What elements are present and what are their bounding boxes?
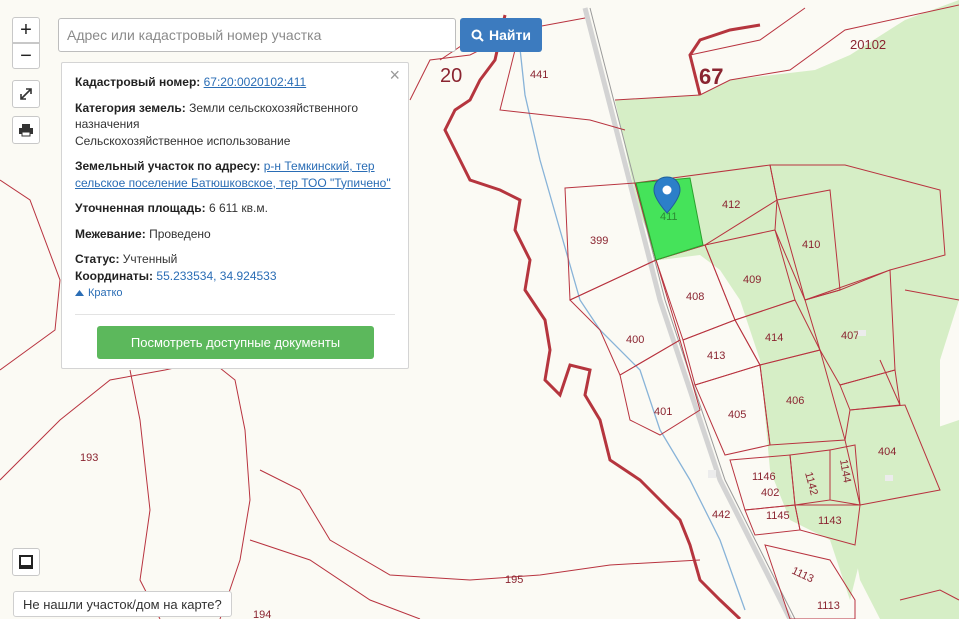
search-button[interactable]: Найти [460,18,542,52]
print-button[interactable] [12,116,40,144]
parcel-label: 400 [626,334,644,346]
divider [75,314,395,315]
parcel-label: 194 [253,609,271,619]
search-input[interactable] [58,18,456,52]
parcel-label: 401 [654,406,672,418]
parcel-label: 399 [590,235,608,247]
parcel-label: 405 [728,409,746,421]
area-label: Уточненная площадь: [75,201,206,215]
parcel-label: 442 [712,509,730,521]
search-icon [471,29,484,42]
coords-value: 55.233534, 34.924533 [156,268,277,283]
close-icon[interactable]: × [389,66,400,83]
category-row: Категория земель: Земли сельскохозяйстве… [75,100,395,150]
parcel-label: 195 [505,574,523,586]
survey-row: Межевание: Проведено [75,226,395,243]
zoom-out-button[interactable]: − [12,43,40,69]
parcel-label: 414 [765,332,783,344]
layers-icon [19,555,33,569]
zoom-in-button[interactable]: + [12,17,40,43]
short-toggle[interactable]: Кратко [75,285,123,302]
not-found-button[interactable]: Не нашли участок/дом на карте? [13,591,232,617]
fullscreen-button[interactable] [12,80,40,108]
parcel-label: 441 [530,69,548,81]
address-label: Земельный участок по адресу: [75,159,261,173]
print-icon [19,124,33,137]
status-label: Статус: [75,252,120,266]
block-label: 67 [699,64,723,89]
coords-row: Координаты: 55.233534, 34.924533 [75,268,395,285]
parcel-label: 411 [660,211,678,223]
parcel-label: 413 [707,350,725,362]
category-label: Категория земель: [75,100,186,115]
coords-label: Координаты: [75,268,154,283]
address-row: Земельный участок по адресу: р-н Темкинс… [75,158,395,191]
parcel-label: 406 [786,395,804,407]
cadastral-label: Кадастровый номер: [75,75,201,89]
parcel-label: 410 [802,239,820,251]
parcel-label: 409 [743,274,761,286]
area-row: Уточненная площадь: 6 611 кв.м. [75,200,395,217]
survey-value: Проведено [149,226,211,241]
parcel-label: 402 [761,487,779,499]
block-label: 20102 [850,37,886,52]
parcel-label: 407 [841,330,859,342]
parcel-label: 412 [722,199,740,211]
cadastral-row: Кадастровый номер: 67:20:0020102:411 [75,74,395,91]
block-label: 20 [440,65,462,87]
cadastral-link[interactable]: 67:20:0020102:411 [204,75,307,89]
status-value: Учтенный [122,252,178,266]
parcel-label: 408 [686,291,704,303]
parcel-label: 1113 [817,600,840,612]
area-value: 6 611 кв.м. [208,201,268,215]
parcel-label: 1143 [818,515,842,527]
parcel-label: 193 [80,452,98,464]
parcel-label: 404 [878,446,896,458]
parcel-info-card: × Кадастровый номер: 67:20:0020102:411 К… [61,62,409,369]
search-button-label: Найти [489,27,531,43]
view-documents-button[interactable]: Посмотреть доступные документы [97,326,374,359]
survey-label: Межевание: [75,226,146,241]
parcel-label: 1146 [752,471,776,483]
status-row: Статус: Учтенный [75,251,395,268]
short-link: Кратко [88,286,123,299]
category-usage: Сельскохозяйственное использование [75,133,291,148]
parcel-label: 1145 [766,510,790,522]
triangle-up-icon [75,290,84,296]
expand-icon [20,88,32,100]
layers-button[interactable] [12,548,40,576]
